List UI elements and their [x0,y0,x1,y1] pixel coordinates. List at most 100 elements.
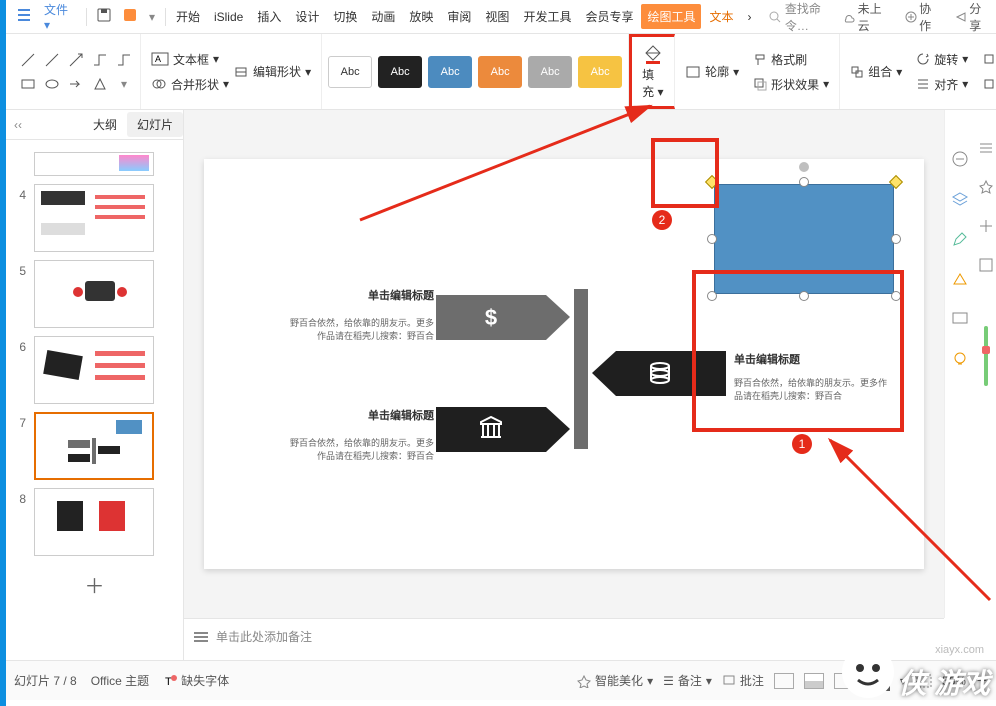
notes-placeholder[interactable]: 单击此处添加备注 [216,628,312,645]
content-title-2[interactable]: 单击编辑标题 [344,407,434,423]
shape-oval-icon[interactable] [42,74,62,94]
group-button[interactable]: 组合 ▾ [846,61,906,82]
tab-insert[interactable]: 插入 [251,4,287,29]
shapes-gallery[interactable]: ▾ [18,50,134,94]
slide-thumbnail-8[interactable] [34,488,154,556]
arrow-shape-dollar[interactable]: $ [436,295,570,340]
shape-arrow-icon[interactable] [66,74,86,94]
center-divider-shape[interactable] [574,289,588,449]
shape-effects-button[interactable]: 形状效果 ▾ [749,74,833,95]
template-icon[interactable] [978,257,994,276]
tab-islide[interactable]: iSlide [208,6,249,28]
content-desc-2[interactable]: 野百合依然，给依靠的朋友示。更多作品请在稻壳儿搜索：野百合 [284,437,434,462]
outline-button[interactable]: 轮廓 ▾ [681,61,743,82]
ai-beautify-button[interactable]: 智能美化 ▾ [577,672,653,689]
edit-shape-button[interactable]: 编辑形状 ▾ [229,61,315,82]
shape-triangle-icon[interactable] [90,74,110,94]
resize-handle[interactable] [707,234,717,244]
shape-line-icon[interactable] [42,50,62,70]
style-preset-3[interactable]: Abc [428,56,472,88]
tab-drawing-tools[interactable]: 绘图工具 [641,4,701,29]
shape-rect-icon[interactable] [18,74,38,94]
theme-status[interactable]: Office 主题 [91,672,149,689]
notes-toggle-button[interactable]: ☰ 备注 ▾ [663,672,712,689]
style-preset-5[interactable]: Abc [528,56,572,88]
tab-view[interactable]: 视图 [479,4,515,29]
style-gallery[interactable]: Abc Abc Abc Abc Abc Abc [328,56,622,88]
rotate-button[interactable]: 旋转 ▾ [912,49,972,70]
content-desc-1[interactable]: 野百合依然，给依靠的朋友示。更多作品请在稻壳儿搜索：野百合 [284,317,434,342]
align-button[interactable]: 对齐 ▾ [912,74,972,95]
arrow-shape-database[interactable] [592,351,726,396]
hamburger-icon[interactable] [10,5,38,28]
sparkle-icon[interactable] [978,218,994,237]
slide-thumbnail[interactable] [34,152,154,176]
tab-transition[interactable]: 切换 [327,4,363,29]
content-title-1[interactable]: 单击编辑标题 [344,287,434,303]
notes-bar[interactable]: 单击此处添加备注 [184,618,944,654]
shape-line-icon[interactable] [18,50,38,70]
collapse-panel-icon[interactable]: ‹‹ [14,118,22,132]
shape-more-icon[interactable]: ▾ [114,74,134,94]
tab-devtools[interactable]: 开发工具 [517,4,577,29]
style-preset-6[interactable]: Abc [578,56,622,88]
more-icon[interactable]: ▾ [143,8,161,26]
arrow-shape-bank[interactable] [436,407,570,452]
shape-connector-icon[interactable] [90,50,110,70]
rotate-handle[interactable] [799,162,809,172]
cloud-status[interactable]: 未上云 [842,0,892,34]
slider-icon[interactable] [982,326,990,389]
notes-toggle-icon[interactable] [194,632,208,642]
tab-slideshow[interactable]: 放映 [403,4,439,29]
tab-animation[interactable]: 动画 [365,4,401,29]
settings-icon[interactable] [978,140,994,159]
save-icon[interactable] [91,6,117,27]
shape-connector-icon[interactable] [114,50,134,70]
slides-tab[interactable]: 幻灯片 [127,112,183,137]
app-icon[interactable] [117,6,143,27]
bulb-icon[interactable] [951,350,971,370]
sorter-view-icon[interactable] [804,673,824,689]
resize-handle[interactable] [891,291,901,301]
tab-text-tool[interactable]: 文本 [703,4,739,29]
slide-thumbnail-5[interactable] [34,260,154,328]
fill-button[interactable]: 填充 ▾ [638,42,668,102]
merge-shapes-button[interactable]: 合并形状 ▾ [147,74,233,95]
collab-button[interactable]: 协作 [904,0,942,34]
resize-handle[interactable] [799,177,809,187]
resize-handle[interactable] [889,175,903,189]
star-icon[interactable] [978,179,994,198]
slide-thumbnail-4[interactable] [34,184,154,252]
command-search[interactable]: 查找命令… [768,0,843,34]
share-button[interactable]: 分享 [954,0,992,34]
textbox-button[interactable]: A 文本框 ▾ [147,49,233,70]
resize-handle[interactable] [799,291,809,301]
outline-tab[interactable]: 大纲 [83,112,127,137]
resize-handle[interactable] [891,234,901,244]
format-painter-button[interactable]: 格式刷 [749,49,833,70]
minus-icon[interactable] [951,150,971,170]
presentation-icon[interactable] [951,310,971,330]
shape-tool-icon[interactable] [951,270,971,290]
comments-button[interactable]: 批注 [722,672,764,689]
slide-editor-area[interactable]: $ 单击编辑标题 野百合依然，给依靠的朋友示。更多作品请在稻壳儿搜索：野百合 单… [184,110,944,618]
shape-arrow-icon[interactable] [66,50,86,70]
layers-icon[interactable] [951,190,971,210]
tab-member[interactable]: 会员专享 [579,4,639,29]
missing-font-status[interactable]: T 缺失字体 [163,672,229,689]
style-preset-1[interactable]: Abc [328,56,372,88]
style-preset-2[interactable]: Abc [378,56,422,88]
add-slide-button[interactable]: ＋ [6,560,183,609]
tab-design[interactable]: 设计 [289,4,325,29]
tab-review[interactable]: 审阅 [441,4,477,29]
pen-icon[interactable] [951,230,971,250]
file-menu[interactable]: 文件 ▾ [38,0,82,34]
content-desc-3[interactable]: 野百合依然，给依靠的朋友示。更多作品请在稻壳儿搜索：野百合 [734,377,894,402]
slide-thumbnail-7-selected[interactable] [34,412,154,480]
slide-canvas[interactable]: $ 单击编辑标题 野百合依然，给依靠的朋友示。更多作品请在稻壳儿搜索：野百合 单… [204,159,924,569]
normal-view-icon[interactable] [774,673,794,689]
slide-counter[interactable]: 幻灯片 7 / 8 [14,672,77,689]
move-down-button[interactable]: 下移 [978,74,996,95]
slide-thumbnail-6[interactable] [34,336,154,404]
thumbnails-list[interactable]: 4 5 6 [6,140,183,660]
